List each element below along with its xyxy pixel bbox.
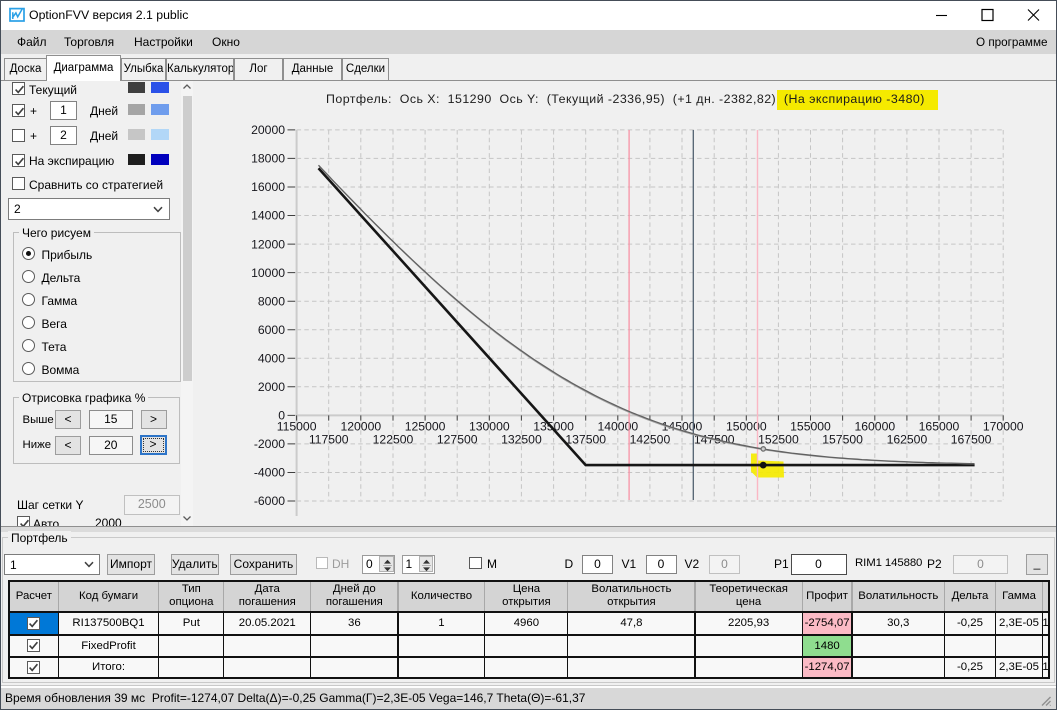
- svg-text:137500: 137500: [565, 433, 606, 447]
- svg-text:157500: 157500: [822, 433, 863, 447]
- svg-text:130000: 130000: [469, 420, 510, 434]
- svg-text:132500: 132500: [501, 433, 542, 447]
- svg-text:10000: 10000: [251, 266, 285, 280]
- svg-text:117500: 117500: [309, 433, 349, 447]
- svg-text:152500: 152500: [758, 433, 799, 447]
- svg-text:127500: 127500: [437, 433, 478, 447]
- svg-text:6000: 6000: [258, 323, 285, 337]
- svg-text:-4000: -4000: [254, 466, 285, 480]
- svg-text:122500: 122500: [373, 433, 414, 447]
- svg-text:167500: 167500: [951, 433, 992, 447]
- svg-text:142500: 142500: [630, 433, 671, 447]
- svg-text:2000: 2000: [258, 380, 285, 394]
- svg-text:162500: 162500: [887, 433, 928, 447]
- svg-text:160000: 160000: [854, 420, 895, 434]
- svg-text:120000: 120000: [340, 420, 381, 434]
- svg-text:140000: 140000: [597, 420, 638, 434]
- svg-text:125000: 125000: [405, 420, 446, 434]
- svg-text:8000: 8000: [258, 294, 285, 308]
- svg-text:12000: 12000: [251, 237, 285, 251]
- svg-text:16000: 16000: [251, 180, 285, 194]
- svg-text:18000: 18000: [251, 152, 285, 166]
- svg-text:-2000: -2000: [254, 437, 285, 451]
- svg-text:-6000: -6000: [254, 494, 285, 508]
- svg-text:155000: 155000: [790, 420, 831, 434]
- svg-text:20000: 20000: [251, 123, 285, 137]
- svg-text:14000: 14000: [251, 209, 285, 223]
- svg-text:4000: 4000: [258, 352, 285, 366]
- svg-text:165000: 165000: [919, 420, 960, 434]
- svg-text:115000: 115000: [277, 420, 317, 434]
- svg-text:170000: 170000: [983, 420, 1024, 434]
- svg-text:150000: 150000: [726, 420, 767, 434]
